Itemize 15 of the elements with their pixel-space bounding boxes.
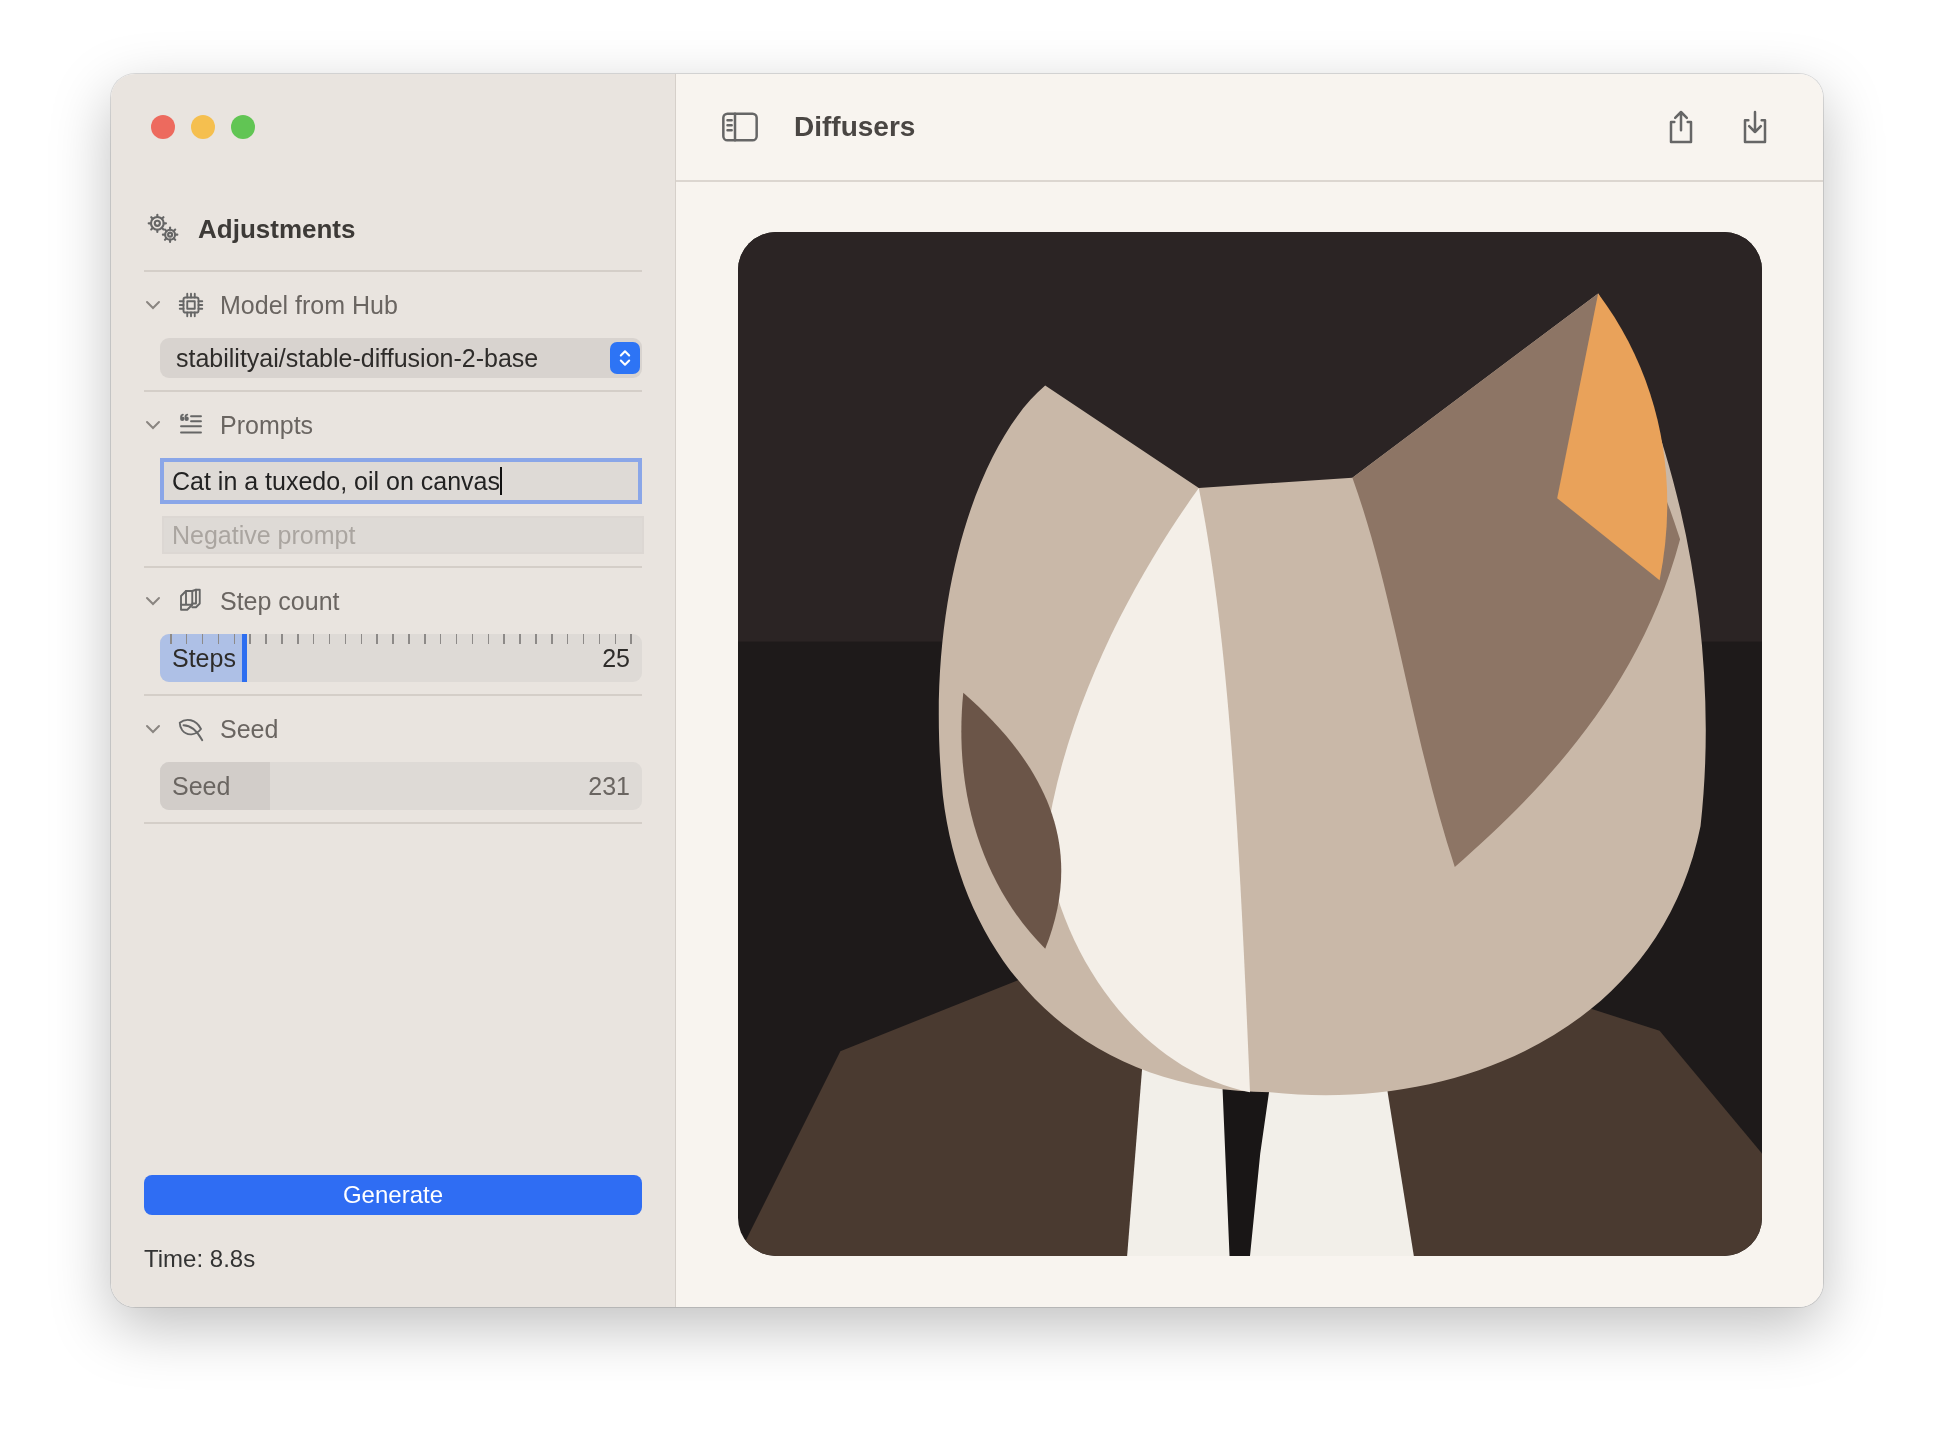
time-label: Time: 8.8s [144, 1245, 257, 1273]
section-title: Model from Hub [220, 290, 398, 320]
window-title: Diffusers [794, 111, 917, 143]
generate-button[interactable]: Generate [144, 1175, 642, 1215]
steps-slider[interactable]: Steps 25 [160, 634, 642, 682]
section-title: Seed [220, 714, 279, 744]
section-title: Prompts [220, 410, 314, 440]
chip-icon [176, 290, 206, 320]
prompt-field[interactable]: Cat in a tuxedo, oil on canvas [160, 458, 642, 504]
zoom-button[interactable] [231, 115, 255, 139]
seed-field[interactable]: Seed 231 [160, 762, 642, 810]
section-title: Step count [220, 586, 340, 616]
model-picker[interactable]: stabilityai/stable-diffusion-2-base [160, 338, 642, 378]
sidebar-title: Adjustments [198, 213, 356, 245]
close-button[interactable] [151, 115, 175, 139]
